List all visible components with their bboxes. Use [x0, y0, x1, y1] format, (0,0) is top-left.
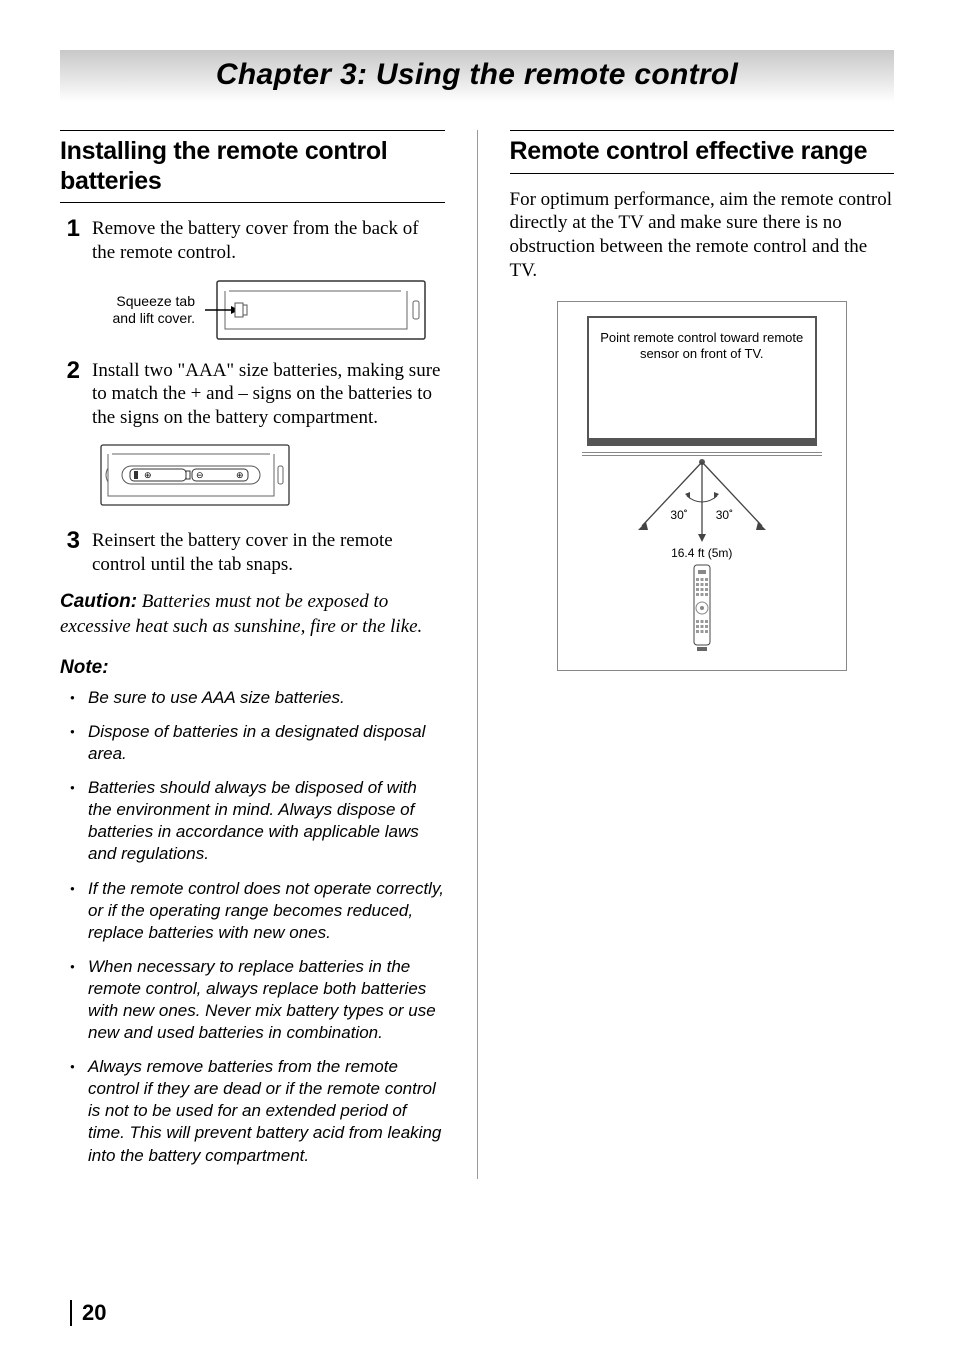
distance-label: 16.4 ft (5m) — [568, 546, 836, 560]
step-1: 1 Remove the battery cover from the back… — [60, 217, 445, 265]
tv-illustration: Point remote control toward remote senso… — [587, 316, 817, 446]
figure-remote-cover: Squeeze tab and lift cover. — [100, 279, 445, 341]
left-column: Installing the remote control batteries … — [60, 130, 445, 1179]
note-item: When necessary to replace batteries in t… — [74, 956, 445, 1044]
note-item: If the remote control does not operate c… — [74, 878, 445, 944]
notes-list: Be sure to use AAA size batteries. Dispo… — [60, 687, 445, 1167]
battery-compartment-illustration: ⊕ ⊖ ⊕ — [100, 444, 290, 506]
svg-text:⊕: ⊕ — [144, 470, 152, 480]
remote-control-illustration — [687, 564, 717, 652]
range-diagram: Point remote control toward remote senso… — [557, 301, 847, 671]
chapter-title-banner: Chapter 3: Using the remote control — [60, 50, 894, 102]
caution-paragraph: Caution: Batteries must not be exposed t… — [60, 590, 445, 639]
section-heading-range: Remote control effective range — [510, 130, 895, 174]
step-text: Reinsert the battery cover in the remote… — [92, 529, 445, 577]
angle-left-text: 30˚ — [670, 508, 687, 522]
figure-label-line1: Squeeze tab — [116, 293, 195, 309]
step-number: 1 — [60, 217, 80, 265]
step-3: 3 Reinsert the battery cover in the remo… — [60, 529, 445, 577]
step-number: 3 — [60, 529, 80, 577]
note-heading: Note: — [60, 657, 445, 679]
signal-cone-illustration — [602, 456, 802, 556]
two-column-layout: Installing the remote control batteries … — [60, 130, 894, 1179]
angle-right-text: 30˚ — [716, 508, 733, 522]
remote-cover-illustration — [201, 279, 427, 341]
figure-battery-compartment: ⊕ ⊖ ⊕ — [100, 444, 445, 511]
tv-instruction-text: Point remote control toward remote senso… — [599, 330, 805, 364]
svg-text:⊖: ⊖ — [196, 470, 204, 480]
page-number: 20 — [70, 1300, 106, 1326]
step-text: Remove the battery cover from the back o… — [92, 217, 445, 265]
column-divider — [477, 130, 478, 1179]
note-item: Always remove batteries from the remote … — [74, 1056, 445, 1166]
note-item: Dispose of batteries in a designated dis… — [74, 721, 445, 765]
figure-label-line2: and lift cover. — [113, 310, 196, 326]
step-number: 2 — [60, 359, 80, 430]
figure-label: Squeeze tab and lift cover. — [100, 293, 195, 327]
right-column: Remote control effective range For optim… — [510, 130, 895, 1179]
step-text: Install two "AAA" size batteries, making… — [92, 359, 445, 430]
note-item: Batteries should always be disposed of w… — [74, 777, 445, 865]
section-heading-installing: Installing the remote control batteries — [60, 130, 445, 203]
caution-label: Caution: — [60, 591, 137, 612]
step-2: 2 Install two "AAA" size batteries, maki… — [60, 359, 445, 430]
note-item: Be sure to use AAA size batteries. — [74, 687, 445, 709]
svg-text:⊕: ⊕ — [236, 470, 244, 480]
range-intro-text: For optimum performance, aim the remote … — [510, 188, 895, 283]
